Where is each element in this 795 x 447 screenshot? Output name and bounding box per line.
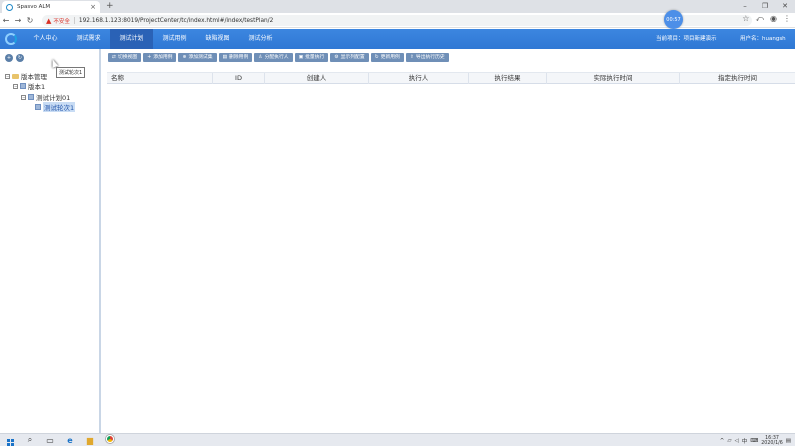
browser-right-icons: ☆ ⤺ ◉ ⋮ [742,14,791,24]
tree-node-test-round-1[interactable]: 测试轮次1 [35,102,76,112]
set-icon: ⊕ [182,55,187,60]
windows-taskbar: ⌕ ▭ e ▆ ^ ▱ ◁ 中 ⌨ 16:37 2020/1/6 ▤ [0,433,795,446]
column-scheduled-time[interactable]: 指定执行时间 [680,73,795,84]
user-icon: ♙ [258,55,263,60]
plus-icon: + [147,55,152,60]
file-explorer-icon[interactable]: ▆ [80,436,100,445]
collapse-icon[interactable]: − [5,73,10,79]
input-language[interactable]: 中 [742,437,748,445]
warning-icon: ▲ [46,16,52,25]
tray-chevron-icon[interactable]: ^ [720,438,725,444]
collapse-icon[interactable]: − [13,83,18,89]
round-icon [35,104,41,110]
menu-test-plan[interactable]: 测试计划 [110,29,153,49]
current-user[interactable]: 用户名：huangsh [740,29,786,49]
notification-icon[interactable]: ▤ [786,438,791,444]
refresh-icon: ↻ [374,55,379,60]
browser-tab[interactable]: Spasvo ALM × [2,1,100,13]
column-result[interactable]: 执行结果 [469,73,547,84]
close-window-icon[interactable]: ✕ [775,0,795,13]
tab-title: Spasvo ALM [17,4,51,10]
new-tab-button[interactable]: + [106,1,114,11]
windows-logo-icon [6,438,14,446]
app-header: 个人中心 测试需求 测试计划 测试用例 缺陷视图 测试分析 当前项目：项目新建演… [0,29,795,49]
tree-node-version-1[interactable]: − 版本1 [13,81,45,91]
tab-close-icon[interactable]: × [90,3,96,11]
menu-personal-center[interactable]: 个人中心 [24,29,67,49]
column-config-button[interactable]: ⚙ 显示列配置 [330,53,369,62]
column-creator[interactable]: 创建人 [265,73,369,84]
chrome-taskbar-button[interactable] [100,435,120,445]
toolbar: ⇄ 切换视图 + 添加用例 ⊕ 添加测试集 ▤ 删除用例 ♙ 分配执行人 ▣ 批量执行 ⚙ 显… [108,53,449,62]
reload-icon[interactable]: ↻ [24,16,36,25]
tree-refresh-icon[interactable]: ↻ [16,54,24,62]
plan-icon [28,94,34,100]
menu-defect-view[interactable]: 缺陷视图 [196,29,239,49]
menu-test-cases[interactable]: 测试用例 [153,29,196,49]
url-text[interactable]: 192.168.1.123:8019/ProjectCenter/tc/inde… [79,18,273,24]
extension-icon[interactable]: ⤺ [755,14,764,24]
batch-execute-button[interactable]: ▣ 批量执行 [294,53,329,62]
back-icon[interactable]: ← [0,16,12,25]
more-menu-icon[interactable]: ⋮ [783,14,791,24]
menu-test-requirements[interactable]: 测试需求 [67,29,110,49]
version-icon [20,83,26,89]
column-executor[interactable]: 执行人 [369,73,469,84]
search-icon[interactable]: ⌕ [20,435,40,445]
menu-test-analysis[interactable]: 测试分析 [239,29,282,49]
chrome-icon [106,435,114,443]
url-box[interactable]: ▲ 不安全 192.168.1.123:8019/ProjectCenter/t… [42,15,752,26]
tree-node-version-management[interactable]: − 版本管理 [5,71,47,81]
window-controls: – ❐ ✕ [735,0,795,13]
tray-clock[interactable]: 16:37 2020/1/6 [761,436,783,446]
trash-icon: ▤ [222,55,228,60]
assign-executor-button[interactable]: ♙ 分配执行人 [254,53,293,62]
clock-date: 2020/1/6 [761,440,783,446]
switch-icon: ⇄ [112,55,117,60]
tree-node-test-plan-01[interactable]: − 测试计划01 [21,92,70,102]
task-view-icon[interactable]: ▭ [40,436,60,445]
update-case-button[interactable]: ↻ 更新用例 [370,53,404,62]
export-history-button[interactable]: ⇪ 导出执行历史 [405,53,449,62]
ime-icon[interactable]: ⌨ [750,438,758,444]
forward-icon[interactable]: → [12,16,24,25]
minimize-icon[interactable]: – [735,0,755,13]
tree-tooltip: 测试轮次1 [56,67,86,78]
insecure-label: 不安全 [53,18,70,25]
url-divider [73,17,75,24]
batch-icon: ▣ [298,55,304,60]
tree-node-label: 版本管理 [21,73,47,81]
tree-node-label: 版本1 [28,83,46,91]
spasvo-favicon-icon [6,3,13,11]
tree-tools: + ↻ [5,54,24,62]
main-menu: 个人中心 测试需求 测试计划 测试用例 缺陷视图 测试分析 [24,29,282,49]
folder-icon [12,73,19,79]
add-case-button[interactable]: + 添加用例 [143,53,177,62]
app-logo-icon [5,33,17,45]
tree-expand-icon[interactable]: + [5,54,13,62]
edge-browser-icon[interactable]: e [60,436,80,445]
timer-bubble[interactable]: 00:57 [664,10,683,29]
delete-case-button[interactable]: ▤ 删除用例 [218,53,253,62]
case-grid-header: 名称 ID 创建人 执行人 执行结果 实际执行时间 指定执行时间 [107,72,795,84]
column-actual-time[interactable]: 实际执行时间 [547,73,680,84]
switch-view-button[interactable]: ⇄ 切换视图 [108,53,142,62]
volume-icon[interactable]: ◁ [735,438,739,444]
column-id[interactable]: ID [213,73,265,84]
tree-node-label: 测试计划01 [36,94,71,102]
profile-icon[interactable]: ◉ [770,14,777,24]
bookmark-star-icon[interactable]: ☆ [742,14,749,24]
add-test-set-button[interactable]: ⊕ 添加测试集 [178,53,217,62]
network-icon[interactable]: ▱ [727,438,731,444]
start-button[interactable] [0,435,20,446]
current-project[interactable]: 当前项目：项目新建演示 [656,29,717,49]
system-tray: ^ ▱ ◁ 中 ⌨ 16:37 2020/1/6 ▤ [720,434,791,447]
tree-node-label: 测试轮次1 [43,102,76,112]
column-name[interactable]: 名称 [107,73,213,84]
maximize-icon[interactable]: ❐ [755,0,775,13]
export-icon: ⇪ [409,55,414,60]
collapse-icon[interactable]: − [21,94,26,100]
gear-icon: ⚙ [334,55,339,60]
